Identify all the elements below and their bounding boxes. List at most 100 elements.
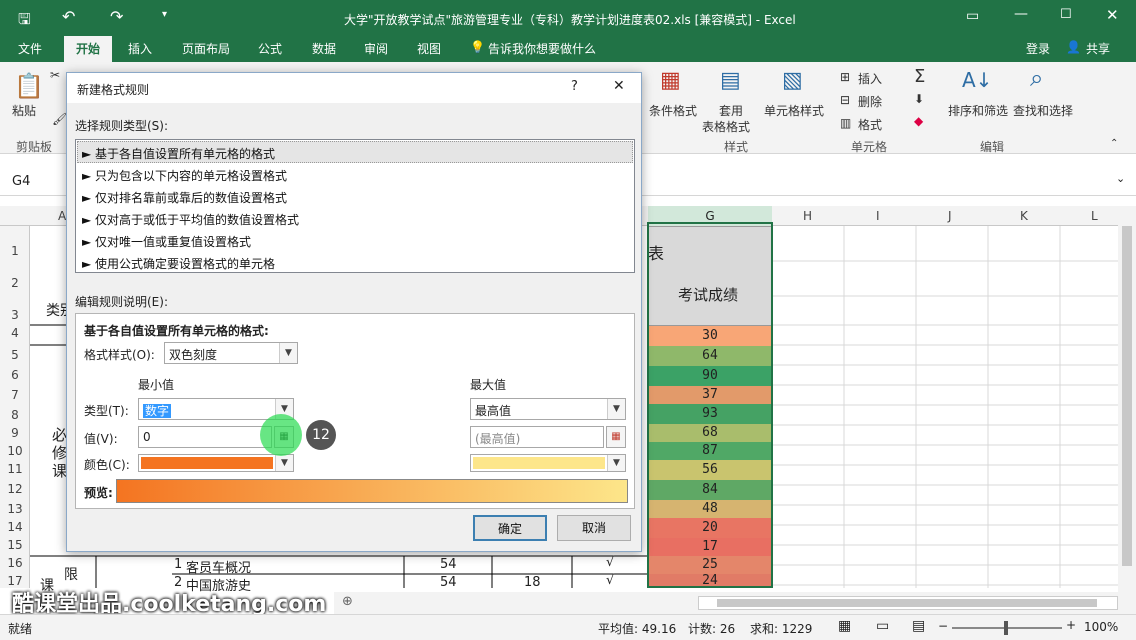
name-box[interactable]: G4 (12, 174, 30, 189)
login-link[interactable]: 登录 (1026, 40, 1050, 57)
row-header[interactable]: 9 (0, 426, 30, 440)
collapse-ribbon-icon[interactable]: ⌃ (1110, 138, 1118, 149)
horizontal-scrollbar[interactable] (698, 596, 1118, 610)
row-header[interactable]: 12 (0, 482, 30, 496)
page-layout-view-icon[interactable]: ▭ (876, 618, 889, 634)
minimize-icon[interactable]: — (1014, 6, 1028, 22)
insert-cells-icon[interactable]: ⊞ (840, 70, 850, 84)
row-header[interactable]: 11 (0, 462, 30, 476)
exam-score-cell[interactable]: 90 (648, 366, 772, 386)
rule-type-item[interactable]: ► 仅对唯一值或重复值设置格式 (82, 233, 251, 250)
paste-button[interactable]: 粘贴 (12, 102, 36, 119)
sort-filter-button[interactable]: 排序和筛选 (948, 102, 1008, 119)
autosum-icon[interactable]: Σ (914, 66, 925, 87)
exam-score-cell[interactable]: 48 (648, 500, 772, 518)
exam-score-cell[interactable]: 24 (648, 574, 772, 588)
ribbon-display-icon[interactable]: ▭ (966, 8, 979, 24)
format-cells-icon[interactable]: ▥ (840, 116, 851, 130)
row-header[interactable]: 14 (0, 520, 30, 534)
cell-a16[interactable]: 限 (64, 564, 78, 584)
redo-icon[interactable]: ↷ (110, 7, 123, 26)
delete-cells-icon[interactable]: ⊟ (840, 93, 850, 107)
col-header-k[interactable]: K (1020, 209, 1028, 223)
page-break-view-icon[interactable]: ▤ (912, 618, 925, 634)
cell-a11[interactable]: 课 (52, 460, 67, 481)
row-header[interactable]: 3 (0, 308, 30, 322)
normal-view-icon[interactable]: ▦ (838, 618, 851, 634)
row-header[interactable]: 16 (0, 556, 30, 570)
exam-score-cell[interactable]: 37 (648, 386, 772, 404)
save-icon[interactable]: 🖫 (18, 9, 31, 34)
tab-home[interactable]: 开始 (64, 36, 113, 62)
rule-type-item[interactable]: ► 仅对高于或低于平均值的数值设置格式 (82, 211, 299, 228)
tab-formulas[interactable]: 公式 (258, 40, 282, 57)
table-format-line1[interactable]: 套用 (719, 102, 743, 119)
cell-row16-num[interactable]: 1 (174, 557, 182, 572)
cell-row17-check[interactable]: √ (606, 573, 614, 588)
col-header-l[interactable]: L (1091, 209, 1098, 223)
cell-row17-e[interactable]: 18 (524, 575, 541, 590)
cell-row16-check[interactable]: √ (606, 555, 614, 570)
table-format-icon[interactable]: ▤ (720, 68, 741, 93)
zoom-out-icon[interactable]: − (938, 619, 948, 633)
min-color-select[interactable]: ▼ (138, 454, 294, 472)
zoom-in-icon[interactable]: + (1066, 618, 1076, 632)
max-type-select[interactable]: 最高值 ▼ (470, 398, 626, 420)
find-select-button[interactable]: 查找和选择 (1013, 102, 1073, 119)
cell-row16-name[interactable]: 客员车概况 (186, 557, 251, 576)
rule-type-item[interactable]: ► 基于各自值设置所有单元格的格式 (82, 145, 275, 162)
row-header[interactable]: 2 (0, 276, 30, 290)
tab-view[interactable]: 视图 (417, 40, 441, 57)
tab-data[interactable]: 数据 (312, 40, 336, 57)
tab-file[interactable]: 文件 (18, 40, 42, 57)
row-header[interactable]: 5 (0, 348, 30, 362)
cell-style-icon[interactable]: ▧ (782, 68, 803, 93)
ok-button[interactable]: 确定 (473, 515, 547, 541)
window-close-icon[interactable]: ✕ (1106, 6, 1119, 24)
row-header[interactable]: 7 (0, 388, 30, 402)
exam-score-cell[interactable]: 93 (648, 404, 772, 424)
exam-score-cell[interactable]: 25 (648, 556, 772, 574)
format-style-select[interactable]: 双色刻度 ▼ (164, 342, 298, 364)
dialog-close-button[interactable]: ✕ (613, 78, 625, 94)
maximize-icon[interactable]: ☐ (1060, 7, 1072, 22)
exam-score-header[interactable]: 考试成绩 (678, 284, 738, 305)
row-header[interactable]: 8 (0, 408, 30, 422)
scrollbar-thumb[interactable] (717, 599, 1097, 607)
max-color-select[interactable]: ▼ (470, 454, 626, 472)
exam-score-cell[interactable]: 87 (648, 442, 772, 460)
max-value-input[interactable]: (最高值) (470, 426, 604, 448)
sort-filter-icon[interactable]: A↓ (962, 68, 992, 92)
cell-style-button[interactable]: 单元格样式 (764, 102, 824, 119)
undo-icon[interactable]: ↶ (62, 7, 75, 26)
delete-cells-button[interactable]: 删除 (858, 93, 882, 110)
share-button[interactable]: 共享 (1086, 40, 1110, 57)
exam-score-cell[interactable]: 17 (648, 538, 772, 556)
row-header[interactable]: 6 (0, 368, 30, 382)
exam-score-cell[interactable]: 56 (648, 460, 772, 480)
dialog-help-button[interactable]: ? (571, 79, 578, 94)
max-value-range-picker-icon[interactable]: ▦ (606, 426, 626, 448)
col-header-j[interactable]: J (948, 209, 952, 223)
insert-cells-button[interactable]: 插入 (858, 70, 882, 87)
col-header-a[interactable]: A (58, 209, 66, 223)
table-format-line2[interactable]: 表格格式 (702, 118, 750, 135)
row-header[interactable]: 10 (0, 444, 30, 458)
customize-qat-icon[interactable]: ▾ (162, 9, 167, 20)
rule-type-item[interactable]: ► 使用公式确定要设置格式的单元格 (82, 255, 275, 272)
fill-icon[interactable]: ⬇ (914, 92, 924, 106)
expand-formula-icon[interactable]: ⌄ (1116, 172, 1125, 185)
exam-score-cell[interactable]: 30 (648, 326, 772, 346)
conditional-format-button[interactable]: 条件格式 (649, 102, 697, 119)
exam-score-cell[interactable]: 84 (648, 480, 772, 500)
clipboard-icon[interactable]: 📋 (14, 72, 44, 100)
exam-score-cell[interactable]: 68 (648, 424, 772, 442)
cell-row17-d[interactable]: 54 (440, 575, 457, 590)
exam-score-cell[interactable]: 20 (648, 518, 772, 538)
tell-me-box[interactable]: 告诉我你想要做什么 (488, 40, 596, 57)
format-cells-button[interactable]: 格式 (858, 116, 882, 133)
cancel-button[interactable]: 取消 (557, 515, 631, 541)
exam-score-cell[interactable]: 64 (648, 346, 772, 366)
cell-row16-d[interactable]: 54 (440, 557, 457, 572)
conditional-format-icon[interactable]: ▦ (660, 68, 681, 93)
